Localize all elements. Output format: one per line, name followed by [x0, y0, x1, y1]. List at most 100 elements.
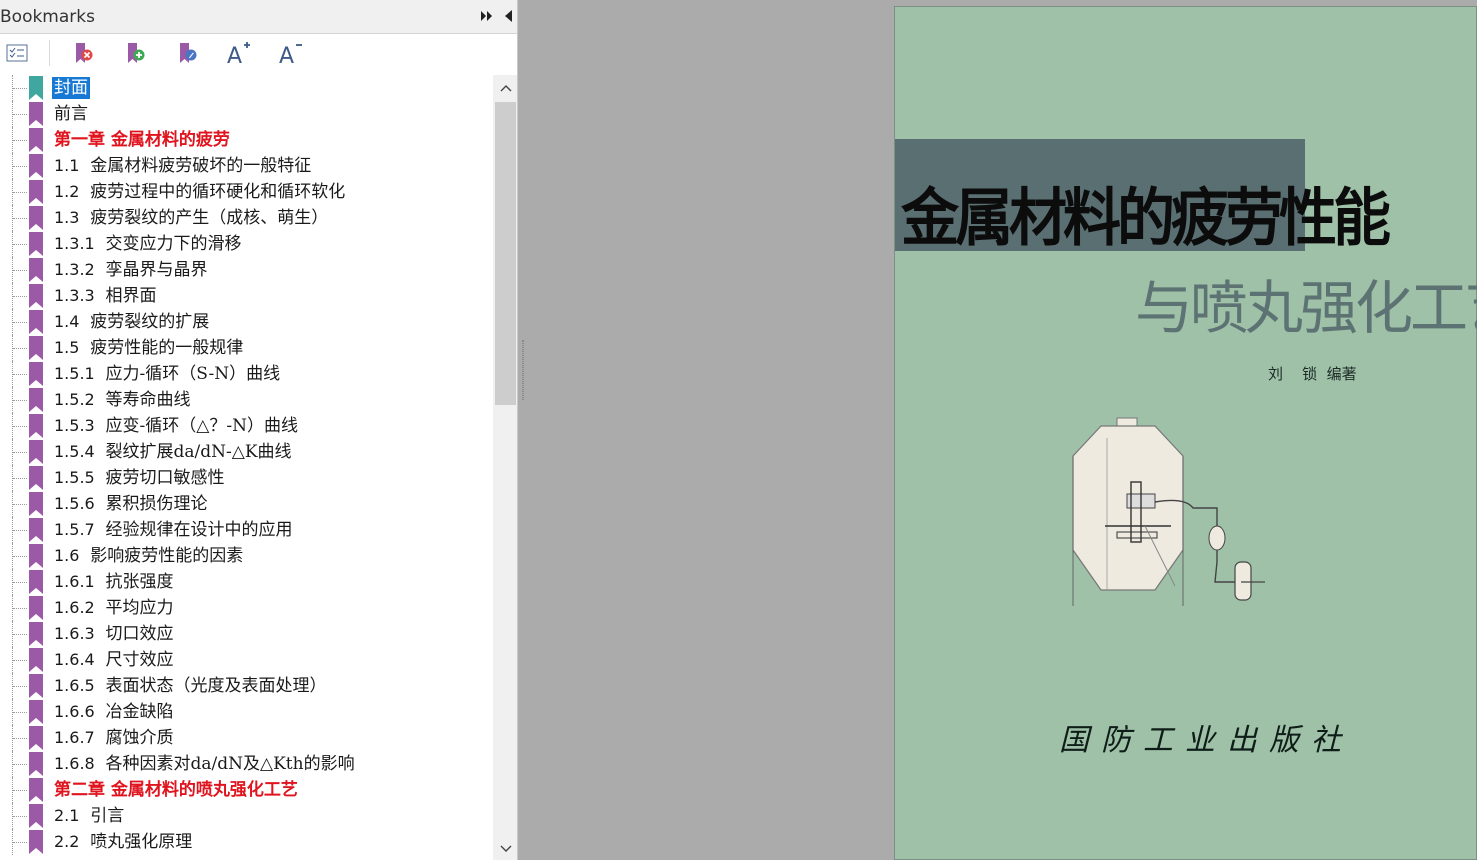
- tree-guide-line: [13, 88, 27, 89]
- bookmark-icon: [29, 830, 43, 854]
- bookmark-item[interactable]: 1.6.8 各种因素对da/dN及△Kth的影响: [0, 751, 493, 777]
- bookmark-properties-icon[interactable]: [172, 38, 202, 68]
- bookmark-icon: [29, 596, 43, 620]
- bookmark-number: 1.6.8: [54, 754, 95, 773]
- bookmark-number: 1.5.3: [54, 416, 95, 435]
- bookmark-item[interactable]: 1.5.5 疲劳切口敏感性: [0, 465, 493, 491]
- bookmark-label: 1.5 疲劳性能的一般规律: [54, 337, 243, 359]
- bookmark-text: 累积损伤理论: [105, 494, 208, 514]
- bookmark-icon: [29, 362, 43, 386]
- bookmark-item[interactable]: 1.6.5 表面状态（光度及表面处理）: [0, 673, 493, 699]
- bookmark-item[interactable]: 2.1 引言: [0, 803, 493, 829]
- bookmark-label: 2.1 引言: [54, 805, 124, 827]
- panel-splitter[interactable]: [518, 0, 528, 860]
- bookmark-item[interactable]: 1.3.1 交变应力下的滑移: [0, 231, 493, 257]
- bookmark-text: 疲劳切口敏感性: [105, 468, 225, 488]
- delete-bookmark-icon[interactable]: [68, 38, 98, 68]
- bookmark-item[interactable]: 1.4 疲劳裂纹的扩展: [0, 309, 493, 335]
- bookmark-item[interactable]: 1.1 金属材料疲劳破坏的一般特征: [0, 153, 493, 179]
- bookmark-options-icon[interactable]: [2, 38, 32, 68]
- document-viewer[interactable]: 金属材料的疲劳性能 与喷丸强化工艺 刘 锁 编著 国防工业出版社: [528, 0, 1477, 860]
- tree-guide-line: [13, 634, 27, 635]
- scroll-up-icon[interactable]: [493, 75, 517, 101]
- bookmark-item[interactable]: 1.6.4 尺寸效应: [0, 647, 493, 673]
- bookmark-text: 各种因素对da/dN及△Kth的影响: [105, 754, 355, 774]
- bookmark-icon: [29, 128, 43, 152]
- bookmark-item[interactable]: 第一章 金属材料的疲劳: [0, 127, 493, 153]
- add-bookmark-icon[interactable]: [120, 38, 150, 68]
- bookmark-number: 1.3.3: [54, 286, 95, 305]
- bookmark-icon: [29, 492, 43, 516]
- bookmark-item[interactable]: 1.5.3 应变-循环（△？-N）曲线: [0, 413, 493, 439]
- bookmark-number: 1.1: [54, 156, 80, 175]
- bookmark-item[interactable]: 1.6.3 切口效应: [0, 621, 493, 647]
- bookmark-item[interactable]: 1.6 影响疲劳性能的因素: [0, 543, 493, 569]
- bookmark-item[interactable]: 1.3 疲劳裂纹的产生（成核、萌生）: [0, 205, 493, 231]
- bookmark-item[interactable]: 2.2 喷丸强化原理: [0, 829, 493, 855]
- bookmark-label: 1.1 金属材料疲劳破坏的一般特征: [54, 155, 311, 177]
- bookmark-item[interactable]: 1.6.7 腐蚀介质: [0, 725, 493, 751]
- bookmark-item[interactable]: 1.5.1 应力-循环（S-N）曲线: [0, 361, 493, 387]
- tree-guide-line: [13, 140, 27, 141]
- tree-guide-line: [13, 816, 27, 817]
- collapse-panel-icon[interactable]: [502, 9, 516, 23]
- bookmark-text: 封面: [54, 78, 88, 98]
- scroll-thumb[interactable]: [495, 102, 516, 405]
- bookmark-label: 1.5.7 经验规律在设计中的应用: [54, 519, 293, 541]
- bookmark-label: 1.2 疲劳过程中的循环硬化和循环软化: [54, 181, 345, 203]
- bookmark-icon: [29, 440, 43, 464]
- bookmark-item[interactable]: 1.2 疲劳过程中的循环硬化和循环软化: [0, 179, 493, 205]
- bookmark-label: 1.6.7 腐蚀介质: [54, 727, 174, 749]
- scroll-down-icon[interactable]: [493, 838, 517, 860]
- bookmark-label: 1.3 疲劳裂纹的产生（成核、萌生）: [54, 207, 328, 229]
- bookmark-icon: [29, 778, 43, 802]
- bookmark-item[interactable]: 1.5.7 经验规律在设计中的应用: [0, 517, 493, 543]
- expand-icon[interactable]: [480, 9, 494, 23]
- panel-header: Bookmarks: [0, 0, 517, 34]
- bookmark-number: 1.6.6: [54, 702, 95, 721]
- bookmark-tree: 封面前言第一章 金属材料的疲劳 1.1 金属材料疲劳破坏的一般特征 1.2 疲劳过程…: [0, 75, 493, 860]
- tree-guide-line: [13, 478, 27, 479]
- bookmark-icon: [29, 232, 43, 256]
- bookmark-text: 平均应力: [105, 598, 174, 618]
- tree-guide-line: [13, 322, 27, 323]
- bookmark-item[interactable]: 1.5.2 等寿命曲线: [0, 387, 493, 413]
- cover-publisher: 国防工业出版社: [1059, 723, 1353, 758]
- bookmark-item[interactable]: 1.3.3 相界面: [0, 283, 493, 309]
- bookmark-text: 腐蚀介质: [105, 728, 174, 748]
- bookmark-item[interactable]: 1.6.6 冶金缺陷: [0, 699, 493, 725]
- bookmark-icon: [29, 388, 43, 412]
- bookmark-item[interactable]: 1.6.1 抗张强度: [0, 569, 493, 595]
- splitter-grip: [522, 340, 524, 400]
- tree-guide-line: [13, 374, 27, 375]
- bookmark-text: 交变应力下的滑移: [105, 234, 242, 254]
- tree-guide-line: [13, 504, 27, 505]
- bookmark-item[interactable]: 1.5 疲劳性能的一般规律: [0, 335, 493, 361]
- increase-font-icon[interactable]: A: [224, 38, 254, 68]
- bookmark-item[interactable]: 封面: [0, 75, 493, 101]
- bookmark-number: 1.4: [54, 312, 80, 331]
- bookmark-number: 1.3.1: [54, 234, 95, 253]
- bookmark-label: 1.6.2 平均应力: [54, 597, 174, 619]
- decrease-font-icon[interactable]: A: [276, 38, 306, 68]
- bookmark-item[interactable]: 第二章 金属材料的喷丸强化工艺: [0, 777, 493, 803]
- tree-guide-line: [13, 842, 27, 843]
- bookmark-item[interactable]: 前言: [0, 101, 493, 127]
- bookmark-text: 前言: [54, 104, 88, 124]
- bookmark-label: 1.5.5 疲劳切口敏感性: [54, 467, 225, 489]
- bookmark-label: 1.3.2 孪晶界与晶界: [54, 259, 208, 281]
- bookmark-item[interactable]: 1.6.2 平均应力: [0, 595, 493, 621]
- bookmark-number: 1.3: [54, 208, 80, 227]
- svg-text:A: A: [279, 44, 294, 66]
- bookmark-icon: [29, 726, 43, 750]
- bookmark-item[interactable]: 1.5.6 累积损伤理论: [0, 491, 493, 517]
- bookmark-label: 封面: [52, 77, 90, 99]
- bookmark-item[interactable]: 1.3.2 孪晶界与晶界: [0, 257, 493, 283]
- bookmark-text: 经验规律在设计中的应用: [105, 520, 293, 540]
- cover-author: 刘 锁 编著: [1268, 365, 1357, 383]
- bookmark-label: 1.6.1 抗张强度: [54, 571, 174, 593]
- bookmark-label: 1.6.3 切口效应: [54, 623, 174, 645]
- vertical-scrollbar[interactable]: [493, 75, 517, 860]
- bookmark-item[interactable]: 1.5.4 裂纹扩展da/dN-△K曲线: [0, 439, 493, 465]
- bookmark-icon: [29, 804, 43, 828]
